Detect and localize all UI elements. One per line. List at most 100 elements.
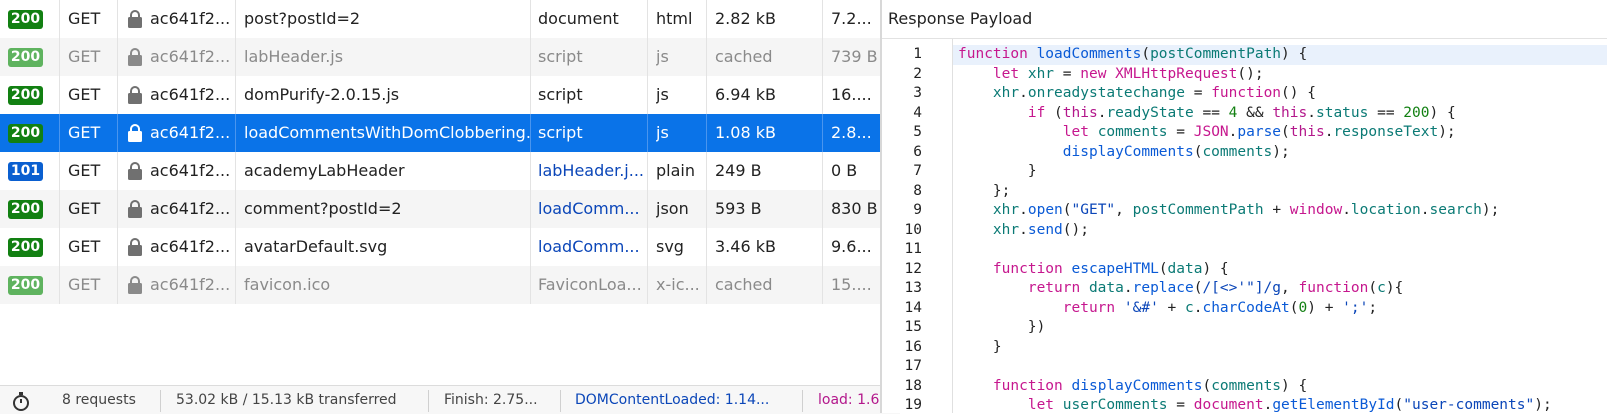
request-file: domPurify-2.0.15.js <box>244 85 400 104</box>
lock-icon <box>127 199 143 219</box>
line-number: 6 <box>913 143 922 160</box>
code-line: let xhr = new XMLHttpRequest(); <box>992 65 1264 82</box>
line-number: 11 <box>904 241 922 257</box>
request-type: plain <box>656 161 695 180</box>
line-number: 10 <box>904 221 922 238</box>
request-row[interactable]: 200 GET ac641f2... labHeader.js script js cach… <box>0 38 900 76</box>
request-initiator[interactable]: FaviconLoa... <box>538 266 644 304</box>
stopwatch-icon[interactable] <box>10 390 32 412</box>
line-number: 19 <box>904 397 922 413</box>
request-size: 739 B <box>831 47 878 66</box>
request-domain: ac641f2... <box>150 85 231 104</box>
line-number: 4 <box>913 104 922 121</box>
code-line: return data.replace(/[<>'"]/g, function(… <box>1027 280 1404 296</box>
line-number: 18 <box>904 377 922 394</box>
request-initiator: script <box>538 85 583 104</box>
transfer-summary: 53.02 kB / 15.13 kB transferred <box>176 392 397 408</box>
line-number: 1 <box>913 46 922 62</box>
response-payload-title: Response Payload <box>888 9 1033 28</box>
status-badge: 200 <box>8 48 43 67</box>
lock-icon <box>127 85 143 105</box>
lock-icon <box>127 275 143 295</box>
lock-icon <box>127 9 143 29</box>
network-request-list: 200 GET ac641f2... post?postId=2 document htm… <box>0 0 900 413</box>
request-row[interactable]: 200 GET ac641f2... post?postId=2 document htm… <box>0 0 900 38</box>
request-type: x-ic... <box>656 275 700 294</box>
code-line: } <box>958 338 1002 355</box>
response-payload-header[interactable]: Response Payload <box>882 0 1607 39</box>
request-size: 7.2... <box>831 9 872 28</box>
code-line: displayComments(comments); <box>1062 143 1290 160</box>
lock-icon <box>127 237 143 257</box>
request-transferred: 2.82 kB <box>715 9 776 28</box>
code-line: }) <box>958 319 1046 335</box>
request-row[interactable]: 200 GET ac641f2... favicon.ico FaviconLoa...… <box>0 266 900 304</box>
request-initiator: script <box>538 123 583 142</box>
request-type: html <box>656 9 693 28</box>
request-domain: ac641f2... <box>150 161 231 180</box>
request-type: js <box>656 85 669 104</box>
request-row[interactable]: 200 GET ac641f2... avatarDefault.svg loadCom… <box>0 228 900 266</box>
line-number: 9 <box>913 202 922 218</box>
code-line: xhr.onreadystatechange = function() { <box>992 85 1316 101</box>
request-file: comment?postId=2 <box>244 199 402 218</box>
request-method: GET <box>68 47 101 66</box>
request-method: GET <box>68 161 101 180</box>
lock-icon <box>127 161 143 181</box>
request-initiator[interactable]: loadComm... <box>538 190 644 228</box>
line-number: 5 <box>913 124 922 140</box>
request-file: academyLabHeader <box>244 161 405 180</box>
status-badge: 200 <box>8 238 43 257</box>
request-method: GET <box>68 123 101 142</box>
request-count: 8 requests <box>62 392 136 408</box>
status-badge: 200 <box>8 10 43 29</box>
request-file: avatarDefault.svg <box>244 237 388 256</box>
line-number: 16 <box>904 338 922 355</box>
request-file: favicon.ico <box>244 275 331 294</box>
request-row[interactable]: 200 GET ac641f2... comment?postId=2 loadComm… <box>0 190 900 228</box>
lock-icon <box>127 47 143 67</box>
request-row[interactable]: 101 GET ac641f2... academyLabHeader labHeade… <box>0 152 900 190</box>
request-transferred: 1.08 kB <box>715 123 776 142</box>
request-row[interactable]: 200 GET ac641f2... loadCommentsWithDomClobb… <box>0 114 900 152</box>
request-file: loadCommentsWithDomClobbering.js <box>244 123 530 142</box>
request-domain: ac641f2... <box>150 199 231 218</box>
line-number: 8 <box>913 182 922 199</box>
request-method: GET <box>68 199 101 218</box>
request-domain: ac641f2... <box>150 47 231 66</box>
status-badge: 101 <box>8 162 43 181</box>
request-size: 9.6... <box>831 237 872 256</box>
line-number-gutter: 1 2 3 4 5 6 7 8 9 10 11 12 13 14 15 16 17 18 19 <box>882 39 952 413</box>
request-transferred: cached <box>715 47 773 66</box>
request-initiator[interactable]: loadComm... <box>538 228 644 266</box>
line-number: 12 <box>904 260 922 277</box>
code-line: if (this.readyState == 4 && this.status … <box>1027 104 1456 121</box>
line-number: 13 <box>904 280 922 296</box>
code-line: function displayComments(comments) { <box>992 377 1308 394</box>
request-domain: ac641f2... <box>150 123 231 142</box>
code-line: return '&#' + c.charCodeAt(0) + ';'; <box>1062 299 1378 316</box>
request-transferred: 593 B <box>715 199 762 218</box>
network-status-bar: 8 requests 53.02 kB / 15.13 kB transferr… <box>0 385 900 414</box>
request-type: js <box>656 47 669 66</box>
request-type: json <box>656 199 689 218</box>
line-number: 7 <box>913 163 922 179</box>
request-row[interactable]: 200 GET ac641f2... domPurify-2.0.15.js scrip… <box>0 76 900 114</box>
line-number: 3 <box>913 85 922 101</box>
code-line: }; <box>958 182 1011 199</box>
request-size: 15.... <box>831 275 872 294</box>
request-initiator[interactable]: labHeader.j... <box>538 152 644 190</box>
status-badge: 200 <box>8 124 43 143</box>
code-line: function loadComments(postCommentPath) { <box>958 46 1308 62</box>
status-badge: 200 <box>8 276 43 295</box>
request-transferred: 3.46 kB <box>715 237 776 256</box>
request-file: labHeader.js <box>244 47 344 66</box>
code-line: xhr.open("GET", postCommentPath + window… <box>992 202 1500 218</box>
request-size: 16.... <box>831 85 872 104</box>
code-line: let userComments = document.getElementBy… <box>1027 397 1552 413</box>
response-panel: Response Payload 1 2 3 4 5 6 7 8 9 10 11 12 13 14 15 16… <box>882 0 1607 413</box>
code-line: let comments = JSON.parse(this.responseT… <box>1062 124 1456 140</box>
request-domain: ac641f2... <box>150 275 231 294</box>
request-size: 0 B <box>831 161 858 180</box>
code-line: function escapeHTML(data) { <box>992 260 1229 277</box>
